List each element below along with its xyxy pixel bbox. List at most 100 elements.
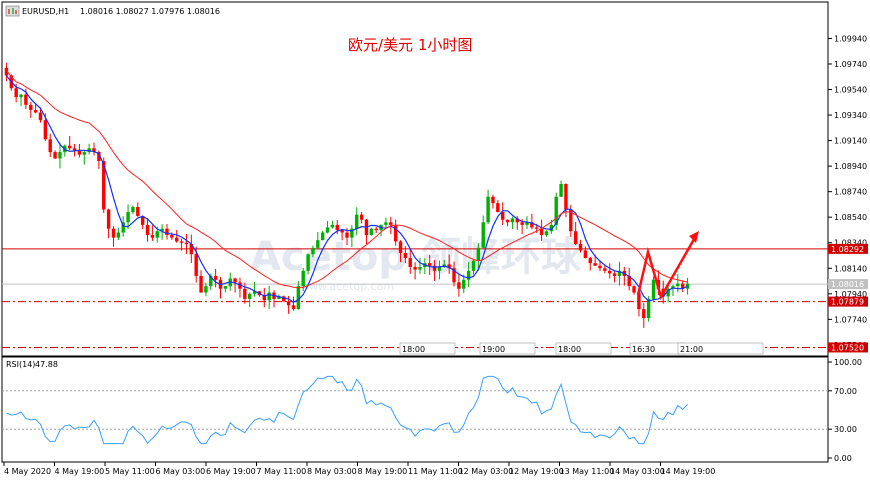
- period-separator-label: 18:00: [402, 345, 425, 354]
- candle-body: [67, 145, 72, 149]
- candle-body: [48, 139, 52, 153]
- candle-body: [608, 270, 612, 274]
- price-label-text: 1.08016: [831, 280, 864, 289]
- time-tick-label: 13 May 11:00: [560, 467, 615, 476]
- period-separators: 18:00 19:00 18:00 16:30 21:00: [399, 342, 764, 355]
- main-chart-frame: [1, 1, 829, 357]
- price-label-text: 1.08292: [831, 245, 864, 254]
- candle-body: [408, 258, 412, 267]
- candle-body: [389, 222, 393, 225]
- candle-body: [632, 286, 636, 293]
- candle-body: [77, 150, 82, 155]
- watermark-url: www.acetop.com: [300, 280, 394, 293]
- header-bar: EURUSD,H1 1.08016 1.08027 1.07976 1.0801…: [5, 5, 220, 17]
- candle-body: [359, 214, 364, 220]
- time-tick-label: 6 May 03:00: [156, 467, 206, 476]
- candle-body: [578, 244, 583, 251]
- candle-body: [535, 227, 539, 229]
- candle-body: [145, 224, 150, 236]
- candle-body: [476, 247, 481, 261]
- chart-canvas: EURUSD,H1 1.08016 1.08027 1.07976 1.0801…: [1, 1, 868, 476]
- rsi-tick-label: 30.00: [834, 425, 857, 434]
- candle-body: [369, 228, 374, 236]
- candle-body: [14, 88, 18, 98]
- candle-body: [486, 196, 490, 223]
- candle-body: [19, 94, 23, 98]
- candle-body: [573, 231, 578, 245]
- time-tick-label: 6 May 19:00: [206, 467, 256, 476]
- candle-body: [38, 112, 43, 121]
- candle-body: [184, 242, 189, 245]
- price-label-text: 1.07520: [831, 343, 864, 352]
- time-tick-label: 14 May 03:00: [610, 467, 665, 476]
- candle-body: [593, 263, 597, 266]
- candle-body: [398, 241, 403, 253]
- candle-body: [325, 227, 330, 233]
- price-tick-label: 1.09940: [834, 34, 867, 43]
- price-tick-label: 1.08740: [834, 188, 867, 197]
- candle-body: [53, 152, 57, 159]
- candle-body: [43, 120, 48, 140]
- price-label-text: 1.07879: [831, 298, 864, 307]
- time-tick-label: 11 May 11:00: [408, 467, 463, 476]
- candle-body: [150, 235, 155, 238]
- price-tick-label: 1.09740: [834, 60, 867, 69]
- period-separator-label: 16:30: [632, 345, 655, 354]
- candle-body: [301, 270, 305, 287]
- candle-body: [179, 241, 184, 243]
- candle-body: [58, 152, 62, 159]
- candle-body: [335, 224, 339, 230]
- candle-body: [374, 228, 378, 230]
- chart-title: 欧元/美元 1小时图: [348, 36, 472, 54]
- candle-body: [204, 286, 208, 293]
- candle-body: [247, 293, 252, 299]
- candle-body: [588, 258, 592, 264]
- candle-body: [213, 275, 218, 280]
- candle-body: [651, 279, 656, 299]
- candle-body: [603, 268, 607, 271]
- candle-body: [345, 232, 349, 238]
- candle-body: [330, 224, 335, 228]
- candle-body: [267, 292, 271, 301]
- rsi-tick-label: 70.00: [834, 387, 857, 396]
- candle-body: [291, 305, 296, 310]
- candle-body: [612, 273, 617, 276]
- candle-body: [33, 109, 38, 113]
- rsi-title: RSI(14): [6, 360, 35, 369]
- candle-body: [403, 252, 408, 259]
- rsi-value: 47.88: [35, 360, 58, 369]
- candle-body: [437, 267, 442, 271]
- candle-body: [559, 184, 563, 197]
- candle-body: [82, 152, 86, 155]
- candle-body: [316, 240, 320, 248]
- candle-body: [194, 254, 198, 276]
- rsi-tick-label: 0.00: [834, 454, 852, 463]
- price-axis: 1.09940 1.09740 1.09540 1.09340 1.09140 1.089…: [828, 34, 868, 353]
- ohlc-label: 1.08016 1.08027 1.07976 1.08016: [80, 7, 220, 16]
- candle-body: [111, 228, 116, 238]
- candle-body: [583, 250, 588, 259]
- candle-body: [24, 94, 28, 105]
- time-tick-label: 8 May 03:00: [307, 467, 357, 476]
- candle-body: [393, 224, 398, 242]
- price-tick-label: 1.08940: [834, 162, 867, 171]
- candle-body: [170, 235, 174, 238]
- candle-body: [428, 263, 432, 266]
- time-tick-label: 14 May 19:00: [661, 467, 716, 476]
- time-axis: 4 May 2020 4 May 19:00 5 May 11:00 6 May 03…: [3, 462, 716, 476]
- candle-body: [471, 260, 476, 271]
- candle-body: [286, 301, 291, 306]
- candle-body: [175, 237, 179, 242]
- candle-body: [306, 254, 310, 271]
- candle-body: [676, 283, 680, 287]
- candle-body: [384, 222, 388, 225]
- time-tick-label: 7 May 11:00: [257, 467, 307, 476]
- period-separator-label: 19:00: [482, 345, 505, 354]
- candle-body: [491, 196, 495, 204]
- price-tick-label: 1.09340: [834, 111, 867, 120]
- candle-body: [155, 231, 159, 238]
- candle-body: [462, 279, 466, 289]
- candle-body: [223, 286, 228, 289]
- price-tick-label: 1.09540: [834, 86, 867, 95]
- watermark: Acetop 领峰环球: [250, 234, 582, 280]
